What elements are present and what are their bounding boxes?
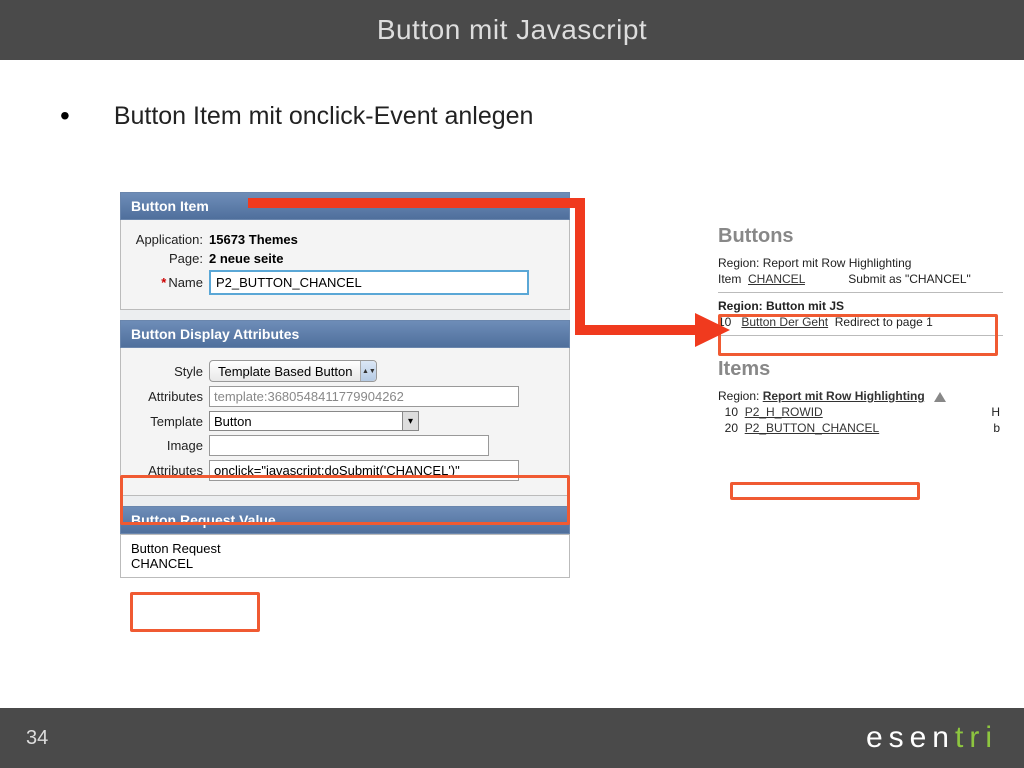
divider xyxy=(718,292,1003,293)
panel-body-display: Style Template Based Button ▲▼ Attribute… xyxy=(120,348,570,496)
p2-h-rowid-link[interactable]: P2_H_ROWID xyxy=(745,405,823,419)
panel-header-display: Button Display Attributes xyxy=(120,320,570,348)
sort-up-icon xyxy=(934,392,946,402)
button-der-geht-link[interactable]: Button Der Geht xyxy=(741,315,828,329)
attributes2-input[interactable] xyxy=(209,460,519,481)
style-select[interactable]: Template Based Button ▲▼ xyxy=(209,360,377,382)
label-image: Image xyxy=(131,438,209,453)
required-asterisk: * xyxy=(161,275,166,290)
panel-body-request: Button Request CHANCEL xyxy=(120,534,570,578)
style-select-value: Template Based Button xyxy=(210,364,360,379)
label-page: Page: xyxy=(131,251,209,266)
slide-title-bar: Button mit Javascript xyxy=(0,0,1024,60)
panel-header-item: Button Item xyxy=(120,192,570,220)
region1-row: Region: Report mit Row Highlighting xyxy=(718,256,1008,270)
panel-header-request: Button Request Value xyxy=(120,506,570,534)
page-number: 34 xyxy=(26,727,48,750)
panel-body-item: Application: 15673 Themes Page: 2 neue s… xyxy=(120,220,570,310)
region3-row: Region: Report mit Row Highlighting xyxy=(718,389,1008,403)
highlight-p2-button-chancel xyxy=(730,482,920,500)
image-input[interactable] xyxy=(209,435,489,456)
label-button-request: Button Request xyxy=(131,541,559,556)
attributes1-input[interactable] xyxy=(209,386,519,407)
screenshot-left: Button Item Application: 15673 Themes Pa… xyxy=(120,192,570,578)
value-button-request: CHANCEL xyxy=(131,556,559,571)
p2-button-chancel-link[interactable]: P2_BUTTON_CHANCEL xyxy=(745,421,879,435)
item-chancel-row: 20 P2_BUTTON_CHANCEL b xyxy=(718,421,1008,435)
item-rowid-row: 10 P2_H_ROWID H xyxy=(718,405,1008,419)
item-chancel-link[interactable]: CHANCEL xyxy=(748,272,805,286)
footer-bar: 34 esentri xyxy=(0,708,1024,768)
region3-link[interactable]: Report mit Row Highlighting xyxy=(763,389,925,403)
slide-title: Button mit Javascript xyxy=(377,14,647,45)
divider xyxy=(718,335,1003,336)
name-input[interactable] xyxy=(209,270,529,295)
bullet-text: Button Item mit onclick-Event anlegen xyxy=(114,102,534,131)
select-stepper-icon: ▲▼ xyxy=(360,361,376,381)
label-application: Application: xyxy=(131,232,209,247)
value-application: 15673 Themes xyxy=(209,232,298,247)
highlight-button-request xyxy=(130,592,260,632)
screenshot-right: Buttons Region: Report mit Row Highlight… xyxy=(718,225,1008,437)
buttons-heading: Buttons xyxy=(718,225,1008,248)
label-style: Style xyxy=(131,364,209,379)
label-name: *Name xyxy=(131,275,209,290)
bullet-row: • Button Item mit onclick-Event anlegen xyxy=(60,102,1024,131)
region2-row: Region: Button mit JS xyxy=(718,299,1008,313)
label-template: Template xyxy=(131,414,209,429)
template-select-value: Button xyxy=(210,414,402,429)
button-der-geht-row: 10 Button Der Geht Redirect to page 1 xyxy=(718,315,1008,329)
chevron-down-icon: ▾ xyxy=(402,412,418,430)
item-row: Item CHANCEL Submit as "CHANCEL" xyxy=(718,272,1008,286)
bullet-dot: • xyxy=(60,102,70,130)
template-select[interactable]: Button ▾ xyxy=(209,411,419,431)
label-attributes1: Attributes xyxy=(131,389,209,404)
label-attributes2: Attributes xyxy=(131,463,209,478)
items-heading: Items xyxy=(718,358,1008,381)
esentri-logo: esentri xyxy=(866,721,998,755)
value-page: 2 neue seite xyxy=(209,251,283,266)
